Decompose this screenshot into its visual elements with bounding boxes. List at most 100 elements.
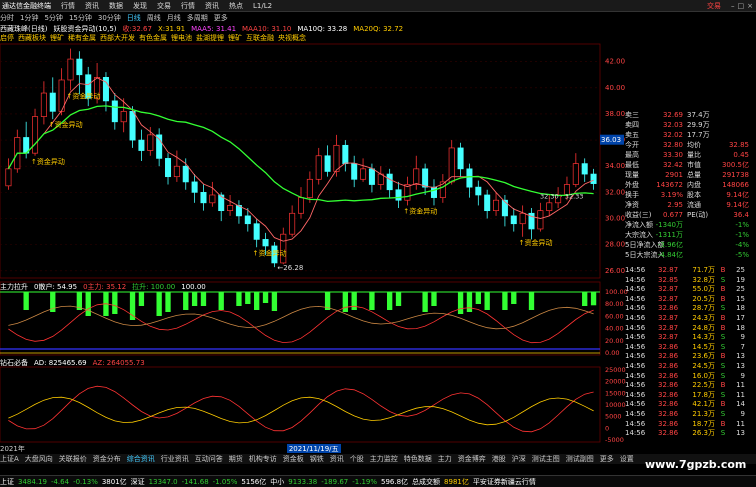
bottom-tab[interactable]: 设置 (620, 454, 634, 464)
bottom-tab[interactable]: 个股 (350, 454, 364, 464)
bottom-tab[interactable]: 更多 (600, 454, 614, 464)
trade-cell: 22.5万 (692, 381, 715, 390)
trade-cell: 11 (736, 381, 745, 390)
bottom-tab[interactable]: 资讯 (330, 454, 344, 464)
candle-body (111, 100, 118, 123)
quote-row: 卖五 32.02 17.7万 (625, 130, 756, 140)
ind1-bar (475, 292, 481, 304)
candle-body (156, 134, 163, 159)
fund-flow-annotation: ↑资金异动 (66, 91, 100, 100)
index-sh-name[interactable]: 上证 (0, 477, 14, 487)
trade-cell: 7 (740, 342, 745, 351)
bottom-tab[interactable]: 期货 (229, 454, 243, 464)
trade-cell: 14:56 (625, 266, 646, 274)
ind1-bar (511, 292, 517, 304)
trade-cell: 32.86 (658, 304, 679, 313)
quote-cell: -1% (735, 221, 749, 229)
candle-body (351, 163, 358, 180)
trade-cell: 32.86 (658, 371, 679, 380)
candle-body (253, 223, 260, 240)
price-tick: 38.00 (605, 110, 625, 118)
trade-cell: S (720, 304, 726, 313)
quote-row: 最高 33.30 量比 0.45 (625, 150, 756, 160)
index-sz-name[interactable]: 深证 (131, 477, 145, 487)
quote-row: 卖三 32.69 37.4万 (625, 110, 756, 120)
index-sz-pct: -1.05% (212, 477, 238, 486)
bottom-tab[interactable]: 主力 (438, 454, 452, 464)
ind1-bar (245, 292, 251, 304)
candle-body (289, 212, 296, 235)
trade-cell: 14.3万 (692, 333, 715, 342)
trade-cell: 26.3万 (692, 429, 715, 438)
candle-body (5, 168, 12, 187)
candle-body (333, 144, 340, 172)
candle-body (182, 165, 189, 183)
bottom-tab[interactable]: 机构专访 (249, 454, 277, 464)
bottom-tab[interactable]: 资金板 (283, 454, 304, 464)
trade-cell: 24.8万 (692, 323, 715, 332)
quote-cell: 3.19% (660, 191, 683, 199)
indicator2-title[interactable]: 钻石必备 (0, 358, 28, 367)
quote-cell: 32.42 (662, 161, 683, 169)
main-value: 0主力: 35.12 (83, 282, 127, 291)
trade-cell: 14:56 (625, 381, 646, 390)
bottom-tab[interactable]: 综合资讯 (127, 454, 155, 464)
trade-cell: 32.87 (658, 323, 679, 332)
quote-row: 5日大宗流入 -4.84亿 -5% (625, 250, 756, 260)
trade-cell: 9 (740, 371, 745, 380)
indicator2-header: 钻石必备 AD: 825465.69 AZ: 264055.73 (0, 358, 151, 367)
quote-cell (713, 120, 749, 130)
trade-cell: 42.1万 (692, 400, 715, 409)
candle-body (590, 173, 597, 184)
total-amount-value: 8981亿 (444, 477, 469, 486)
ind1-bar (457, 292, 464, 314)
quote-cell: 300.5亿 (721, 161, 749, 169)
bottom-tab[interactable]: 资金分布 (93, 454, 121, 464)
trade-cell: 14 (736, 400, 745, 409)
price-tick: 26.00 (605, 267, 625, 275)
quote-row: 换手 3.19% 股本 9.14亿 (625, 190, 756, 200)
trade-row: 14:56 32.86 26.3万 S 13 (625, 429, 756, 439)
bottom-tab[interactable]: 互动问答 (195, 454, 223, 464)
trade-row: 14:56 32.87 71.7万 B 25 (625, 266, 756, 276)
candle-body (537, 210, 544, 230)
quote-row: 5日净流入额 -3.96亿 -4% (625, 240, 756, 250)
bottom-tab[interactable]: 港股 (492, 454, 506, 464)
candle-body (493, 199, 500, 212)
bottom-tab[interactable]: 行业资讯 (161, 454, 189, 464)
bottom-tab[interactable]: 钢铁 (310, 454, 324, 464)
status-bar: 上证 3484.19 -4.64 -0.13% 3801亿 深证 13347.0… (0, 475, 756, 487)
bottom-tab[interactable]: 测试副图 (566, 454, 594, 464)
trade-cell: 14:56 (625, 304, 646, 313)
indicator1-title[interactable]: 主力拉升 (0, 282, 28, 291)
trade-cell: 32.86 (658, 361, 679, 370)
trade-cell: 9 (740, 333, 745, 342)
trade-cell: 14:56 (625, 419, 646, 428)
trade-row: 14:56 32.86 42.1万 B 14 (625, 400, 756, 410)
trade-cell: 23.6万 (692, 352, 715, 361)
trade-cell: 18.7万 (692, 419, 715, 428)
bottom-tab[interactable]: 大盘风向 (25, 454, 53, 464)
index-zx-name[interactable]: 中小 (270, 477, 284, 487)
bottom-tab[interactable]: 主力监控 (370, 454, 398, 464)
bottom-tab[interactable]: 上证A (0, 454, 19, 464)
trade-cell: 17.8万 (692, 390, 715, 399)
bottom-tab[interactable]: 关联报价 (59, 454, 87, 464)
bottom-tab[interactable]: 测试主图 (532, 454, 560, 464)
trade-row: 14:56 32.87 55.0万 B 25 (625, 285, 756, 295)
bottom-tab[interactable]: 资金博弈 (458, 454, 486, 464)
index-sh-pct: -0.13% (73, 477, 98, 486)
trade-cell: B (720, 323, 726, 332)
quote-cell: 17.7万 (687, 131, 710, 139)
index-zx-pct: -1.19% (352, 477, 377, 486)
candle-body (519, 212, 526, 225)
bottom-tab[interactable]: 特色数据 (404, 454, 432, 464)
fund-flow-annotation: ↑资金异动 (253, 248, 287, 257)
trade-cell: 14:56 (625, 429, 646, 438)
bottom-tab[interactable]: 沪深 (512, 454, 526, 464)
trade-cell: 14:56 (625, 390, 646, 399)
trade-cell: 14:56 (625, 333, 646, 342)
bottom-tab-bar: 上证A 大盘风向 关联报价 资金分布 综合资讯 行业资讯 互动问答 期货 机构专访 资金板 钢铁 资讯… (0, 454, 756, 464)
candle-body (430, 186, 437, 198)
candle-body (138, 139, 145, 151)
